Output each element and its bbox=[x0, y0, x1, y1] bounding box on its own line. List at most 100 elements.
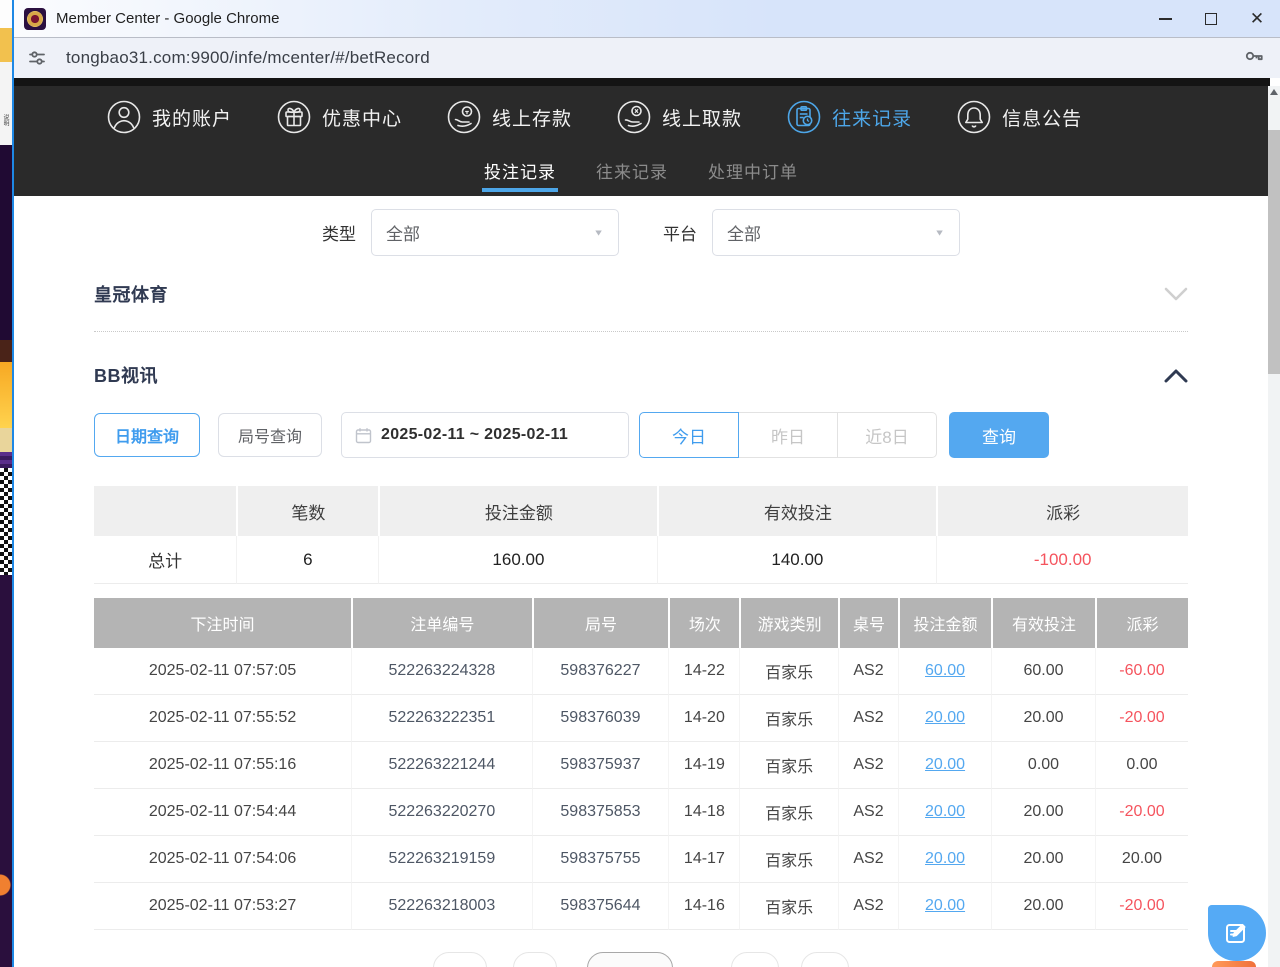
nav-item-announcements[interactable]: 信息公告 bbox=[956, 99, 1082, 135]
summary-header-blank bbox=[94, 486, 236, 536]
date-range-input[interactable]: 2025-02-11 ~ 2025-02-11 bbox=[341, 412, 629, 458]
background-strip-segment bbox=[0, 362, 12, 428]
cell-payout: -20.00 bbox=[1095, 883, 1188, 930]
summary-bet-amount-value: 160.00 bbox=[378, 536, 657, 584]
floating-secondary-button[interactable] bbox=[1212, 961, 1256, 967]
type-select-value: 全部 bbox=[386, 220, 593, 245]
cell-table-no: AS2 bbox=[838, 742, 898, 789]
close-button[interactable]: ✕ bbox=[1234, 0, 1280, 38]
site-info-icon[interactable] bbox=[26, 47, 48, 69]
chevron-down-icon: ▼ bbox=[934, 228, 945, 238]
search-button[interactable]: 查询 bbox=[949, 412, 1049, 458]
cell-table-no: AS2 bbox=[838, 648, 898, 695]
cell-game: 百家乐 bbox=[739, 742, 837, 789]
cell-table-no: AS2 bbox=[838, 789, 898, 836]
minimize-button[interactable] bbox=[1142, 0, 1188, 38]
section-crown-sports[interactable]: 皇冠体育 bbox=[82, 281, 1200, 307]
qr-code-fragment bbox=[0, 468, 12, 575]
cell-bet-id: 522263218003 bbox=[351, 883, 532, 930]
compose-icon bbox=[1223, 919, 1251, 947]
nav-label: 信息公告 bbox=[1002, 104, 1082, 131]
maximize-button[interactable] bbox=[1188, 0, 1234, 38]
close-icon: ✕ bbox=[1250, 10, 1264, 27]
nav-item-withdraw[interactable]: 线上取款 bbox=[616, 99, 742, 135]
cell-time: 2025-02-11 07:55:16 bbox=[94, 742, 351, 789]
cell-valid-bet: 20.00 bbox=[991, 695, 1095, 742]
nav-item-deposit[interactable]: 线上存款 bbox=[446, 99, 572, 135]
page-content: 类型 全部 ▼ 平台 全部 ▼ bbox=[14, 196, 1268, 967]
tab-processing-orders[interactable]: 处理中订单 bbox=[708, 148, 798, 196]
background-strip-segment bbox=[0, 0, 12, 28]
round-query-button[interactable]: 局号查询 bbox=[218, 413, 322, 457]
table-row: 2025-02-11 07:57:05 522263224328 5983762… bbox=[94, 648, 1188, 695]
chevron-down-icon[interactable] bbox=[1164, 287, 1188, 302]
chevron-down-icon: ▼ bbox=[593, 228, 604, 238]
cell-game: 百家乐 bbox=[739, 648, 837, 695]
pagination-button[interactable] bbox=[587, 952, 673, 967]
cell-valid-bet: 60.00 bbox=[991, 648, 1095, 695]
page-top-divider bbox=[14, 78, 1270, 86]
nav-item-my-account[interactable]: 我的账户 bbox=[106, 99, 232, 135]
table-row: 2025-02-11 07:55:16 522263221244 5983759… bbox=[94, 742, 1188, 789]
background-strip-segment bbox=[0, 452, 12, 468]
title-bar: Member Center - Google Chrome ✕ bbox=[14, 0, 1280, 38]
col-header-bet-amount: 投注金额 bbox=[898, 598, 991, 648]
table-row: 2025-02-11 07:54:06 522263219159 5983757… bbox=[94, 836, 1188, 883]
cell-round: 598376227 bbox=[532, 648, 669, 695]
cell-game: 百家乐 bbox=[739, 883, 837, 930]
summary-total-label: 总计 bbox=[94, 536, 236, 584]
section-bb-video[interactable]: BB视讯 bbox=[82, 362, 1200, 388]
summary-total-row: 总计 6 160.00 140.00 -100.00 bbox=[94, 536, 1188, 584]
chevron-up-icon[interactable] bbox=[1164, 368, 1188, 383]
bet-amount-link[interactable]: 20.00 bbox=[925, 897, 965, 915]
pagination-button[interactable] bbox=[801, 952, 849, 967]
bet-amount-link[interactable]: 60.00 bbox=[925, 662, 965, 680]
bet-amount-link[interactable]: 20.00 bbox=[925, 803, 965, 821]
scrollbar[interactable] bbox=[1268, 86, 1280, 967]
tab-bet-records[interactable]: 投注记录 bbox=[484, 148, 556, 196]
platform-select[interactable]: 全部 ▼ bbox=[712, 209, 960, 256]
tab-transaction-records[interactable]: 往来记录 bbox=[596, 148, 668, 196]
background-strip-segment bbox=[0, 840, 12, 930]
nav-label: 我的账户 bbox=[152, 104, 232, 131]
summary-header-row: 笔数 投注金额 有效投注 派彩 bbox=[94, 486, 1188, 536]
date-query-button[interactable]: 日期查询 bbox=[94, 413, 200, 457]
customer-service-button[interactable] bbox=[1208, 905, 1266, 961]
last-8-days-button[interactable]: 近8日 bbox=[837, 412, 937, 458]
maximize-icon bbox=[1205, 13, 1217, 25]
cell-round: 598376039 bbox=[532, 695, 669, 742]
background-strip-segment bbox=[0, 28, 12, 62]
platform-filter-label: 平台 bbox=[663, 220, 697, 245]
minimize-icon bbox=[1159, 18, 1172, 20]
today-button[interactable]: 今日 bbox=[639, 412, 739, 458]
bet-amount-link[interactable]: 20.00 bbox=[925, 709, 965, 727]
yesterday-button[interactable]: 昨日 bbox=[738, 412, 838, 458]
pagination-button[interactable] bbox=[433, 952, 487, 967]
cell-round: 598375937 bbox=[532, 742, 669, 789]
cell-bet-id: 522263221244 bbox=[351, 742, 532, 789]
cell-round: 598375853 bbox=[532, 789, 669, 836]
password-key-icon[interactable] bbox=[1242, 44, 1266, 73]
bet-records-table: 下注时间 注单编号 局号 场次 游戏类别 桌号 投注金额 有效投注 派彩 202… bbox=[94, 598, 1188, 930]
scrollbar-thumb[interactable] bbox=[1268, 130, 1280, 374]
background-window-strip bbox=[0, 0, 12, 967]
cell-valid-bet: 20.00 bbox=[991, 836, 1095, 883]
url-text[interactable]: tongbao31.com:9900/infe/mcenter/#/betRec… bbox=[66, 48, 1242, 68]
deposit-icon bbox=[446, 99, 482, 135]
cell-payout: -20.00 bbox=[1095, 789, 1188, 836]
pagination bbox=[82, 952, 1200, 967]
address-bar[interactable]: tongbao31.com:9900/infe/mcenter/#/betRec… bbox=[14, 38, 1280, 78]
bet-amount-link[interactable]: 20.00 bbox=[925, 756, 965, 774]
pagination-button[interactable] bbox=[513, 952, 557, 967]
bet-amount-link[interactable]: 20.00 bbox=[925, 850, 965, 868]
nav-item-records[interactable]: 往来记录 bbox=[786, 99, 912, 135]
section-title: 皇冠体育 bbox=[94, 281, 168, 307]
nav-item-promotions[interactable]: 优惠中心 bbox=[276, 99, 402, 135]
type-select[interactable]: 全部 ▼ bbox=[371, 209, 619, 256]
records-icon bbox=[786, 99, 822, 135]
cell-session: 14-17 bbox=[668, 836, 739, 883]
nav-label: 优惠中心 bbox=[322, 104, 402, 131]
scroll-up-icon[interactable] bbox=[1270, 89, 1278, 95]
col-header-round: 局号 bbox=[532, 598, 669, 648]
pagination-button[interactable] bbox=[731, 952, 779, 967]
